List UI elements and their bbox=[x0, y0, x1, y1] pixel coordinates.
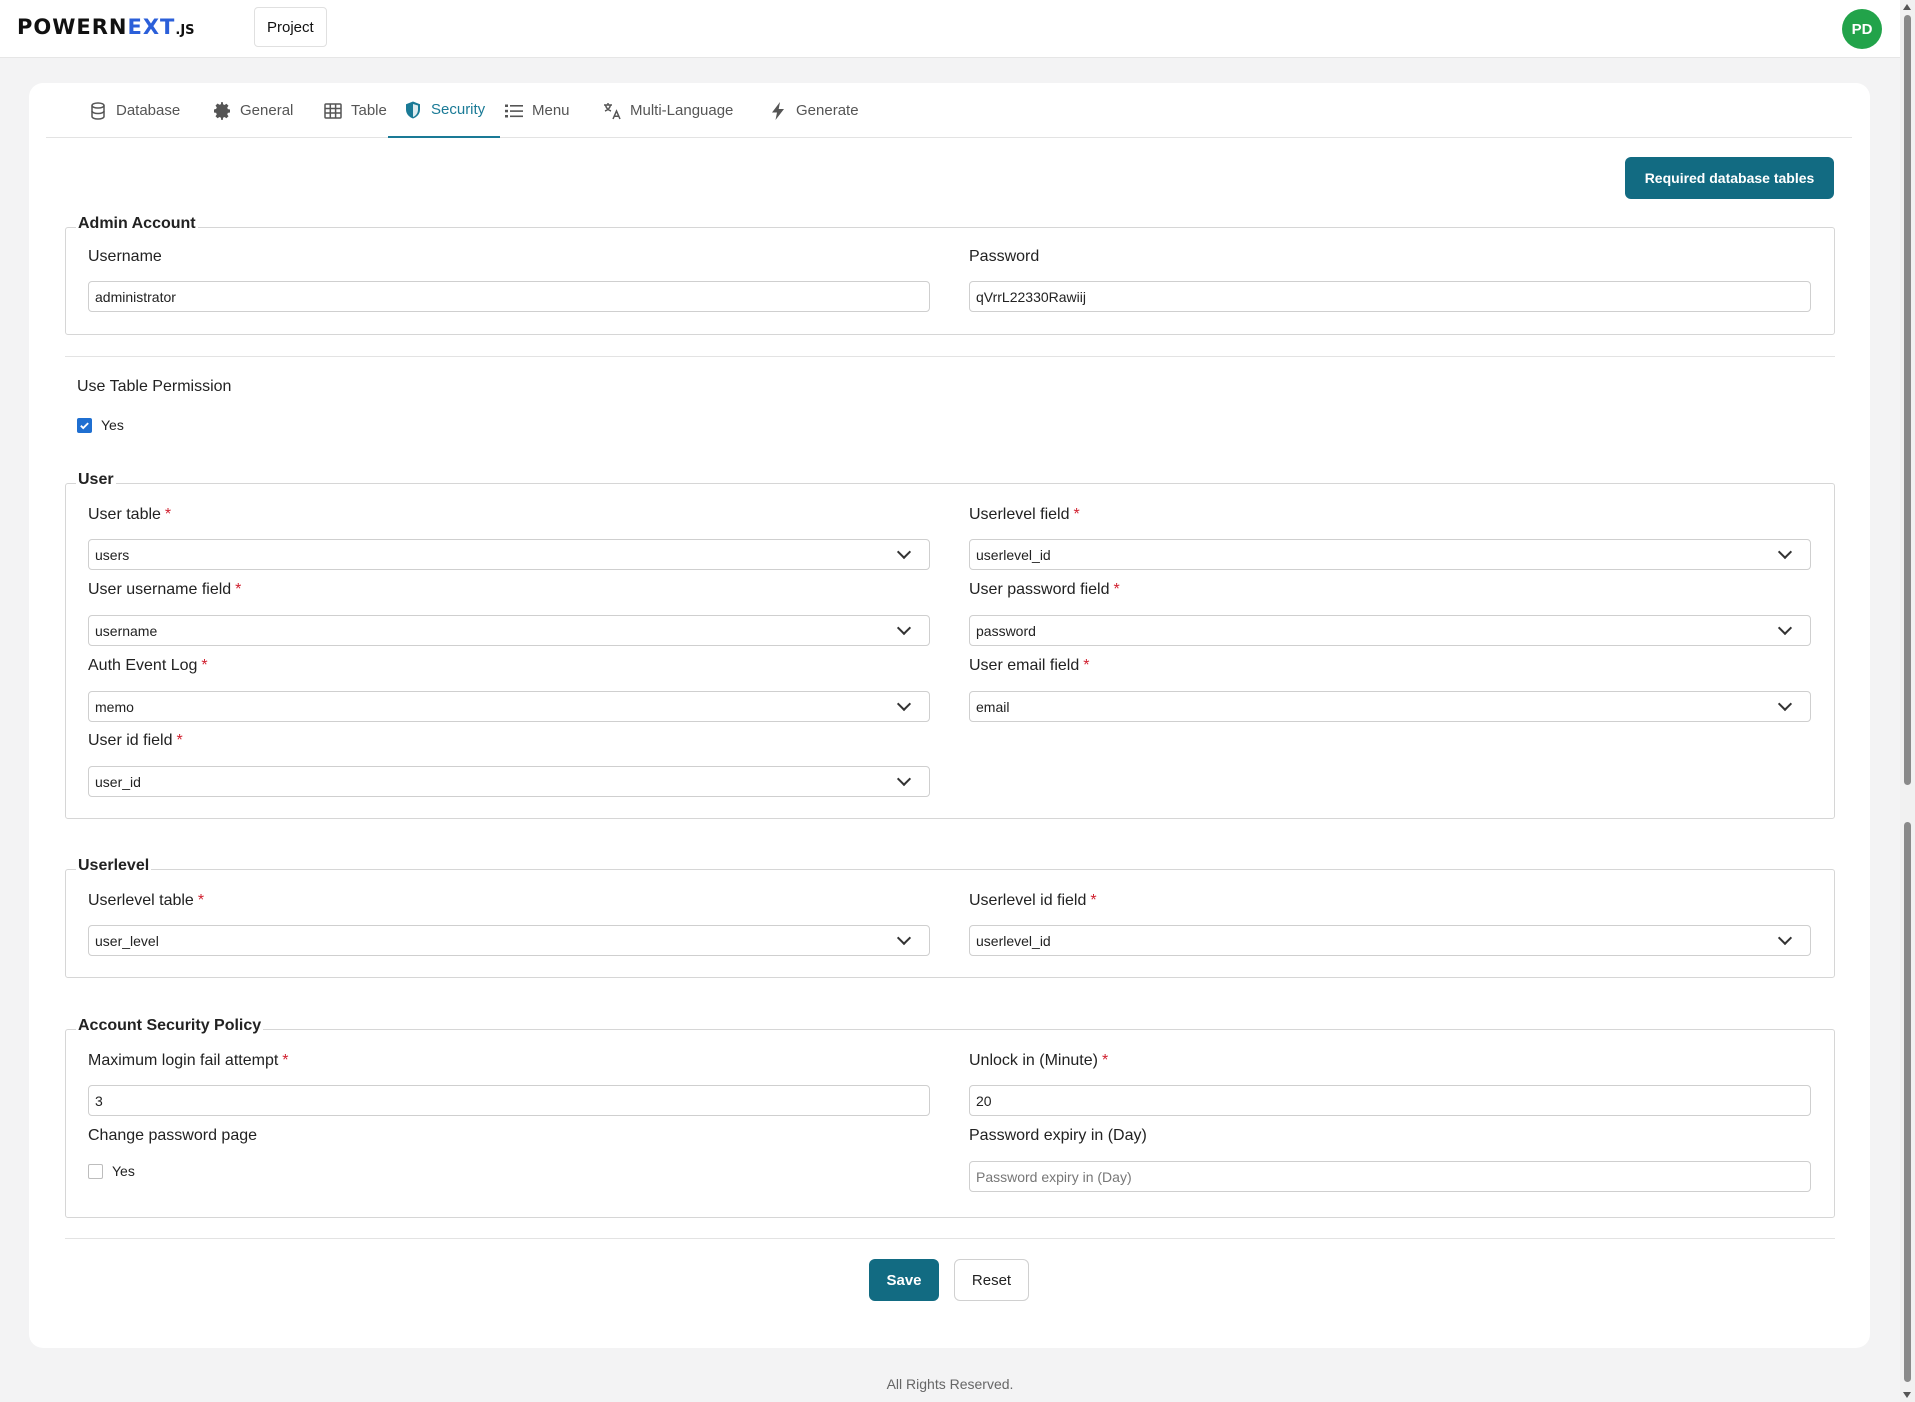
chevron-down-icon bbox=[896, 696, 912, 711]
change-password-page-checkbox[interactable]: Yes bbox=[88, 1163, 135, 1179]
tab-security[interactable]: Security bbox=[388, 83, 501, 138]
tab-general[interactable]: General bbox=[197, 83, 308, 138]
password-input[interactable] bbox=[969, 281, 1811, 312]
max-login-fail-label: Maximum login fail attempt * bbox=[88, 1052, 289, 1069]
auth-event-log-label: Auth Event Log * bbox=[88, 657, 208, 674]
scroll-down-arrow-icon[interactable] bbox=[1903, 1392, 1911, 1398]
change-password-page-label: Change password page bbox=[88, 1127, 258, 1144]
checkbox-unchecked-icon[interactable] bbox=[88, 1163, 103, 1179]
top-bar: POWERNEXT.JS Project PD bbox=[0, 0, 1900, 58]
userlevel-field-label: Userlevel field * bbox=[969, 506, 1080, 523]
table-permission-option-label: Yes bbox=[101, 417, 124, 433]
reset-button[interactable]: Reset bbox=[954, 1259, 1029, 1301]
username-label: Username bbox=[88, 248, 162, 265]
security-settings-card: Database General Table Security Menu Mul… bbox=[29, 83, 1870, 1348]
scrollbar-thumb[interactable] bbox=[1904, 15, 1911, 785]
chevron-down-icon bbox=[1777, 544, 1793, 559]
auth-event-log-select[interactable]: memo bbox=[88, 691, 930, 722]
app-logo[interactable]: POWERNEXT.JS bbox=[17, 15, 195, 39]
password-expiry-input[interactable] bbox=[969, 1161, 1811, 1192]
userlevel-field-select[interactable]: userlevel_id bbox=[969, 539, 1811, 570]
translate-icon bbox=[604, 102, 621, 119]
user-password-field-label: User password field * bbox=[969, 581, 1120, 598]
chevron-down-icon bbox=[896, 771, 912, 786]
user-avatar[interactable]: PD bbox=[1842, 9, 1882, 49]
user-email-field-label: User email field * bbox=[969, 657, 1090, 674]
userlevel-id-field-select[interactable]: userlevel_id bbox=[969, 925, 1811, 956]
chevron-down-icon bbox=[896, 620, 912, 635]
database-icon bbox=[91, 101, 105, 120]
scroll-up-arrow-icon[interactable] bbox=[1903, 4, 1911, 10]
user-username-field-label: User username field * bbox=[88, 581, 242, 598]
gear-icon bbox=[214, 101, 230, 120]
userlevel-group: Userlevel Userlevel table * user_level Us… bbox=[65, 857, 1835, 978]
tab-label: Multi-Language bbox=[630, 102, 734, 119]
user-group: User User table * users Userlevel field * … bbox=[65, 471, 1835, 819]
required-tables-button[interactable]: Required database tables bbox=[1625, 157, 1834, 199]
tab-label: General bbox=[240, 102, 294, 119]
footer-copyright: All Rights Reserved. bbox=[886, 1376, 1014, 1392]
user-id-field-select[interactable]: user_id bbox=[88, 766, 930, 797]
chevron-down-icon bbox=[1777, 696, 1793, 711]
scrollbar-thumb-secondary[interactable] bbox=[1904, 822, 1911, 1382]
tab-label: Security bbox=[431, 101, 486, 118]
chevron-down-icon bbox=[1777, 930, 1793, 945]
admin-account-legend: Admin Account bbox=[76, 215, 198, 233]
tab-multi-language[interactable]: Multi-Language bbox=[587, 83, 748, 138]
project-button[interactable]: Project bbox=[254, 7, 327, 47]
userlevel-table-label: Userlevel table * bbox=[88, 892, 205, 909]
tab-label: Table bbox=[351, 102, 387, 119]
user-table-label: User table * bbox=[88, 506, 172, 523]
table-icon bbox=[324, 102, 342, 119]
user-email-field-select[interactable]: email bbox=[969, 691, 1811, 722]
chevron-down-icon bbox=[896, 930, 912, 945]
tab-label: Generate bbox=[796, 102, 859, 119]
user-username-field-select[interactable]: username bbox=[88, 615, 930, 646]
userlevel-id-field-label: Userlevel id field * bbox=[969, 892, 1097, 909]
unlock-minute-label: Unlock in (Minute) * bbox=[969, 1052, 1109, 1069]
settings-tabs: Database General Table Security Menu Mul… bbox=[46, 83, 1852, 138]
bolt-icon bbox=[772, 101, 784, 120]
unlock-minute-input[interactable] bbox=[969, 1085, 1811, 1116]
admin-account-group: Admin Account Username Password bbox=[65, 215, 1835, 335]
user-legend: User bbox=[76, 471, 116, 489]
table-permission-checkbox[interactable]: Yes bbox=[77, 417, 124, 433]
actions-divider bbox=[65, 1238, 1835, 1239]
account-security-policy-group: Account Security Policy Maximum login fa… bbox=[65, 1017, 1835, 1218]
checkbox-checked-icon[interactable] bbox=[77, 417, 92, 433]
tab-database[interactable]: Database bbox=[73, 83, 195, 138]
userlevel-legend: Userlevel bbox=[76, 857, 152, 875]
change-password-option-label: Yes bbox=[112, 1163, 135, 1179]
section-divider bbox=[65, 356, 1835, 357]
tab-label: Database bbox=[116, 102, 181, 119]
user-table-select[interactable]: users bbox=[88, 539, 930, 570]
user-password-field-select[interactable]: password bbox=[969, 615, 1811, 646]
account-security-policy-legend: Account Security Policy bbox=[76, 1017, 264, 1035]
chevron-down-icon bbox=[896, 544, 912, 559]
list-icon bbox=[505, 104, 523, 117]
max-login-fail-input[interactable] bbox=[88, 1085, 930, 1116]
username-input[interactable] bbox=[88, 281, 930, 312]
password-expiry-label: Password expiry in (Day) bbox=[969, 1127, 1147, 1144]
password-label: Password bbox=[969, 248, 1040, 265]
page-scrollbar[interactable] bbox=[1900, 0, 1915, 1402]
userlevel-table-select[interactable]: user_level bbox=[88, 925, 930, 956]
tab-generate[interactable]: Generate bbox=[753, 83, 874, 138]
user-id-field-label: User id field * bbox=[88, 732, 183, 749]
tab-menu[interactable]: Menu bbox=[489, 83, 585, 138]
save-button[interactable]: Save bbox=[869, 1259, 939, 1301]
shield-icon bbox=[406, 101, 420, 118]
chevron-down-icon bbox=[1777, 620, 1793, 635]
table-permission-label: Use Table Permission bbox=[77, 378, 232, 395]
tab-label: Menu bbox=[532, 102, 570, 119]
